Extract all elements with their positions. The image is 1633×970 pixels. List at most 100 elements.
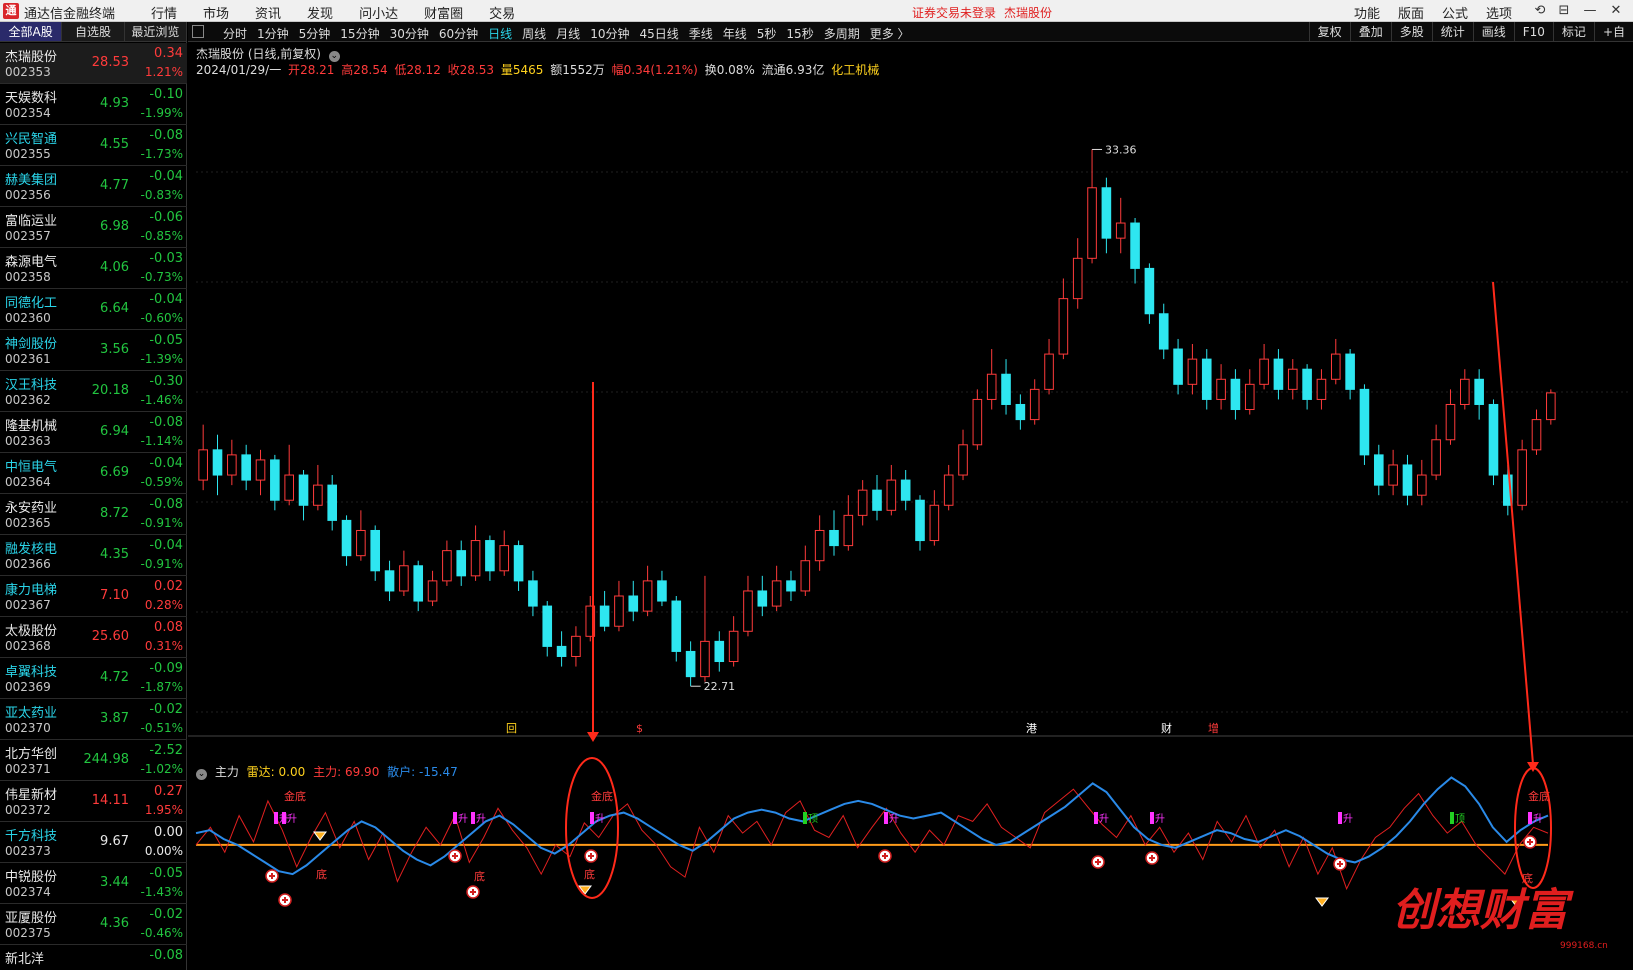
period-15[interactable]: 多周期 xyxy=(819,25,865,42)
period-8[interactable]: 月线 xyxy=(551,25,585,42)
stock-row[interactable]: 永安药业 002365 8.72 -0.08 -0.91% xyxy=(0,494,187,535)
period-12[interactable]: 年线 xyxy=(718,25,752,42)
candle-body xyxy=(829,529,839,547)
indicator-name[interactable]: 主力 xyxy=(215,765,239,779)
refresh-icon[interactable]: ⟲ xyxy=(1531,3,1549,19)
candle xyxy=(1531,409,1542,455)
stock-row[interactable]: 卓翼科技 002369 4.72 -0.09 -1.87% xyxy=(0,658,187,699)
sector-value[interactable]: 化工机械 xyxy=(831,63,879,77)
stock-row[interactable]: 融发核电 002366 4.35 -0.04 -0.91% xyxy=(0,535,187,576)
period-0[interactable]: 分时 xyxy=(218,25,252,42)
stock-code: 002355 xyxy=(5,147,51,161)
period-14[interactable]: 15秒 xyxy=(781,25,818,42)
candle xyxy=(1316,369,1327,410)
stock-row[interactable]: 新北洋 -0.08 xyxy=(0,945,187,970)
stock-row[interactable]: 兴民智通 002355 4.55 -0.08 -1.73% xyxy=(0,125,187,166)
tool-6[interactable]: 标记 xyxy=(1552,22,1594,42)
stock-row[interactable]: 北方华创 002371 244.98 -2.52 -1.02% xyxy=(0,740,187,781)
tab-1[interactable]: 自选股 xyxy=(62,22,125,41)
period-11[interactable]: 季线 xyxy=(684,25,718,42)
close-icon[interactable]: ✕ xyxy=(1607,3,1625,19)
stock-price: 25.60 xyxy=(91,629,129,644)
stock-price: 4.36 xyxy=(100,916,129,931)
tool-0[interactable]: 复权 xyxy=(1308,22,1350,42)
menu-item-2[interactable]: 资讯 xyxy=(242,3,294,22)
period-6[interactable]: 日线 xyxy=(483,25,517,42)
candle xyxy=(800,545,811,596)
stock-row[interactable]: 森源电气 002358 4.06 -0.03 -0.73% xyxy=(0,248,187,289)
tool-3[interactable]: 统计 xyxy=(1431,22,1473,42)
stock-row[interactable]: 伟星新材 002372 14.11 0.27 1.95% xyxy=(0,781,187,822)
stock-row[interactable]: 杰瑞股份 002353 28.53 0.34 1.21% xyxy=(0,43,187,84)
tool-5[interactable]: F10 xyxy=(1513,22,1553,42)
stock-row[interactable]: 隆基机械 002363 6.94 -0.08 -1.14% xyxy=(0,412,187,453)
tab-2[interactable]: 最近浏览 xyxy=(125,22,187,41)
stock-name: 北方华创 xyxy=(5,747,58,762)
candle-body xyxy=(1044,353,1054,390)
period-toolbar: 分时 1分钟 5分钟 15分钟 30分钟 60分钟 日线 周线 月线 10分钟 45日线 季线 年线 5秒… xyxy=(188,22,1633,42)
top-right-item-3[interactable]: 选项 xyxy=(1477,3,1521,22)
restore-icon[interactable]: ⊟ xyxy=(1555,3,1573,19)
stock-row[interactable]: 神剑股份 002361 3.56 -0.05 -1.39% xyxy=(0,330,187,371)
stock-row[interactable]: 康力电梯 002367 7.10 0.02 0.28% xyxy=(0,576,187,617)
buy-signal-icon xyxy=(466,885,480,899)
period-4[interactable]: 30分钟 xyxy=(385,25,434,42)
stock-row[interactable]: 中恒电气 002364 6.69 -0.04 -0.59% xyxy=(0,453,187,494)
stock-code: 002360 xyxy=(5,311,51,325)
period-2[interactable]: 5分钟 xyxy=(294,25,336,42)
signal-bar xyxy=(1528,812,1532,824)
stock-list-panel: 全部A股 自选股 最近浏览 杰瑞股份 002353 28.53 0.34 1.21% 天娱数科… xyxy=(0,22,187,970)
stock-change-pct: -0.51% xyxy=(140,721,183,735)
panel-toggle-icon[interactable] xyxy=(192,25,204,38)
volume-label: 量 xyxy=(500,63,513,77)
signal-up-label: 升 xyxy=(1533,813,1543,825)
stock-row[interactable]: 亚太药业 002370 3.87 -0.02 -0.51% xyxy=(0,699,187,740)
menu-item-0[interactable]: 行情 xyxy=(138,3,190,22)
top-right-item-1[interactable]: 版面 xyxy=(1389,3,1433,22)
period-7[interactable]: 周线 xyxy=(517,25,551,42)
top-right-item-0[interactable]: 功能 xyxy=(1345,3,1389,22)
menu-item-1[interactable]: 市场 xyxy=(190,3,242,22)
buy-signal-icon xyxy=(584,849,598,863)
period-5[interactable]: 60分钟 xyxy=(434,25,483,42)
tool-7[interactable]: +自 xyxy=(1593,22,1633,42)
candle-body xyxy=(1431,439,1441,476)
tool-2[interactable]: 多股 xyxy=(1390,22,1432,42)
indicator-toggle-icon[interactable]: ⌄ xyxy=(196,769,207,780)
stock-row[interactable]: 富临运业 002357 6.98 -0.06 -0.85% xyxy=(0,207,187,248)
stock-price: 4.93 xyxy=(100,96,129,111)
candle-body xyxy=(1058,298,1069,355)
stock-change: -2.52 xyxy=(149,743,183,758)
stock-row[interactable]: 赫美集团 002356 4.77 -0.04 -0.83% xyxy=(0,166,187,207)
stock-row[interactable]: 中锐股份 002374 3.44 -0.05 -1.43% xyxy=(0,863,187,904)
stock-row[interactable]: 汉王科技 002362 20.18 -0.30 -1.46% xyxy=(0,371,187,412)
menu-item-3[interactable]: 发现 xyxy=(294,3,346,22)
stock-row[interactable]: 太极股份 002368 25.60 0.08 0.31% xyxy=(0,617,187,658)
period-16[interactable]: 更多 〉 xyxy=(865,25,915,42)
period-9[interactable]: 10分钟 xyxy=(585,25,634,42)
menu-item-5[interactable]: 财富圈 xyxy=(411,3,476,22)
period-3[interactable]: 15分钟 xyxy=(335,25,384,42)
stock-change-pct: 1.95% xyxy=(144,803,183,817)
sanhu-number: -15.47 xyxy=(419,765,458,779)
login-status[interactable]: 证券交易未登录 xyxy=(912,4,996,21)
tool-1[interactable]: 叠加 xyxy=(1349,22,1391,42)
period-13[interactable]: 5秒 xyxy=(752,25,782,42)
tool-4[interactable]: 画线 xyxy=(1472,22,1514,42)
stock-row[interactable]: 亚厦股份 002375 4.36 -0.02 -0.46% xyxy=(0,904,187,945)
stock-row[interactable]: 千方科技 002373 9.67 0.00 0.00% xyxy=(0,822,187,863)
range-value: 幅0.34(1.21%) xyxy=(612,63,698,77)
menu-item-4[interactable]: 问小达 xyxy=(346,3,411,22)
period-10[interactable]: 45日线 xyxy=(634,25,683,42)
stock-row[interactable]: 同德化工 002360 6.64 -0.04 -0.60% xyxy=(0,289,187,330)
candle xyxy=(700,575,710,682)
minimize-icon[interactable]: — xyxy=(1581,3,1599,19)
top-right-item-2[interactable]: 公式 xyxy=(1433,3,1477,22)
menu-item-6[interactable]: 交易 xyxy=(476,3,528,22)
tab-0[interactable]: 全部A股 xyxy=(0,22,63,41)
chart-title-text: 杰瑞股份 (日线,前复权) xyxy=(196,47,321,61)
stock-row[interactable]: 天娱数科 002354 4.93 -0.10 -1.99% xyxy=(0,84,187,125)
candle-body xyxy=(628,595,639,612)
chart-area[interactable]: 33.3622.71回$港财增升升升升升升升升升升金底金底金底底底底底顶顶 xyxy=(188,42,1633,970)
period-1[interactable]: 1分钟 xyxy=(252,25,294,42)
